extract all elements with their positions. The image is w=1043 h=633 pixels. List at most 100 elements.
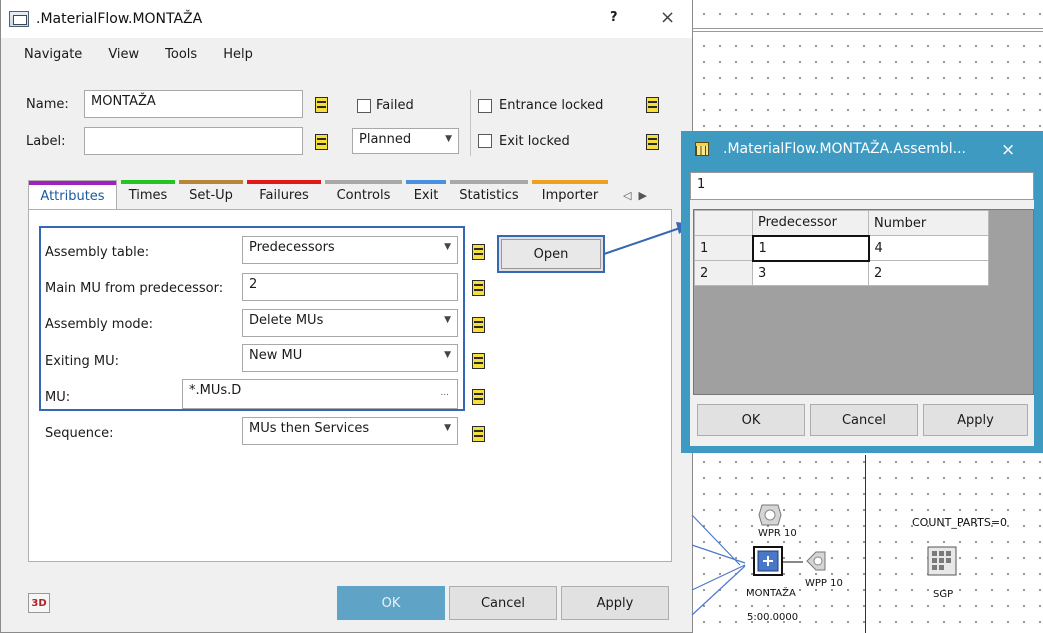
label-label: Label: [26, 134, 66, 149]
close-icon[interactable]: × [660, 7, 675, 28]
montaza-station-icon[interactable] [753, 546, 783, 576]
name-field[interactable]: MONTAŽA [84, 90, 303, 118]
exiting-mu-value: New MU [249, 348, 303, 363]
open-button[interactable]: Open [497, 235, 605, 273]
count-parts-label: COUNT_PARTS=0 [912, 516, 1008, 529]
main-mu-field[interactable]: 2 [242, 273, 458, 301]
name-label: Name: [26, 97, 69, 112]
dialog-titlebar[interactable]: .MaterialFlow.MONTAŽA ? × [1, 0, 692, 38]
mu-field[interactable]: *.MUs.D ... [182, 379, 458, 409]
sequence-value: MUs then Services [249, 421, 370, 436]
wpr-icon[interactable] [758, 503, 782, 527]
table-dialog-title: .MaterialFlow.MONTAŽA.Assembl... [723, 141, 966, 157]
window-icon [9, 11, 29, 27]
station-label: MONTAŽA [746, 588, 796, 599]
tab-importer[interactable]: Importer [532, 180, 608, 210]
label-inherit-icon[interactable] [315, 134, 328, 150]
tab-scroll-arrows[interactable]: ◁ ▶ [623, 189, 647, 202]
table-cell[interactable]: 1 [751, 234, 870, 262]
cell-edit-field[interactable]: 1 [690, 172, 1034, 200]
tab-times[interactable]: Times [121, 180, 175, 210]
label-field[interactable] [84, 127, 303, 155]
tab-label: Attributes [40, 189, 105, 204]
corner-cell [694, 210, 753, 236]
wpp-icon[interactable] [805, 551, 827, 571]
exit-locked-checkbox[interactable] [478, 134, 492, 148]
row-header[interactable]: 2 [694, 260, 753, 286]
chevron-down-icon: ▼ [444, 423, 451, 433]
3d-button[interactable]: 3D [28, 593, 50, 613]
table-cancel-button[interactable]: Cancel [810, 404, 918, 436]
menu-tools[interactable]: Tools [165, 47, 197, 62]
assembly-mode-label: Assembly mode: [45, 317, 154, 332]
table-icon [695, 142, 709, 156]
exit-inherit-icon[interactable] [646, 134, 659, 150]
assembly-mode-select[interactable]: Delete MUs ▼ [242, 309, 458, 337]
mu-browse-button[interactable]: ... [440, 388, 449, 398]
entrance-inherit-icon[interactable] [646, 97, 659, 113]
table-ok-button[interactable]: OK [697, 404, 805, 436]
help-button[interactable]: ? [610, 10, 618, 25]
open-button-label: Open [501, 239, 601, 269]
canvas-divider-line [865, 455, 866, 633]
exit-locked-label: Exit locked [499, 134, 570, 149]
tab-controls[interactable]: Controls [325, 180, 402, 210]
failed-label: Failed [376, 98, 414, 113]
tab-color-bar [325, 180, 402, 184]
chevron-down-icon: ▼ [444, 242, 451, 252]
tab-exit[interactable]: Exit [406, 180, 446, 210]
chevron-down-icon: ▼ [444, 350, 451, 360]
apply-button[interactable]: Apply [561, 586, 669, 620]
tab-label: Controls [336, 188, 391, 203]
assembly-table-inherit-icon[interactable] [472, 244, 485, 260]
assembly-grid[interactable]: Predecessor Number 1 1 4 2 3 2 [693, 209, 1034, 395]
table-cell[interactable]: 3 [752, 260, 869, 286]
main-mu-label: Main MU from predecessor: [45, 281, 224, 296]
cancel-button[interactable]: Cancel [449, 586, 557, 620]
entrance-locked-checkbox[interactable] [478, 99, 492, 113]
assembly-table-dialog: .MaterialFlow.MONTAŽA.Assembl... × 1 Pre… [681, 131, 1043, 453]
tab-setup[interactable]: Set-Up [179, 180, 243, 210]
assembly-table-select[interactable]: Predecessors ▼ [242, 236, 458, 264]
tab-failures[interactable]: Failures [247, 180, 321, 210]
table-header-row: Predecessor Number [694, 210, 989, 236]
assembly-mode-inherit-icon[interactable] [472, 317, 485, 333]
name-inherit-icon[interactable] [315, 97, 328, 113]
menu-view[interactable]: View [108, 47, 139, 62]
canvas-frame-line [692, 28, 1043, 32]
status-value: Planned [359, 132, 412, 147]
sequence-select[interactable]: MUs then Services ▼ [242, 417, 458, 445]
sgp-icon[interactable] [927, 546, 957, 576]
table-apply-button[interactable]: Apply [923, 404, 1028, 436]
exiting-mu-select[interactable]: New MU ▼ [242, 344, 458, 372]
row-header[interactable]: 1 [694, 235, 753, 261]
montaza-dialog: .MaterialFlow.MONTAŽA ? × Navigate View … [0, 0, 693, 633]
table-cell[interactable]: 4 [868, 235, 989, 261]
sequence-inherit-icon[interactable] [472, 426, 485, 442]
tab-label: Set-Up [189, 188, 233, 203]
tab-label: Failures [259, 188, 309, 203]
column-header[interactable]: Number [868, 210, 989, 236]
exiting-mu-inherit-icon[interactable] [472, 353, 485, 369]
table-cell[interactable]: 2 [868, 260, 989, 286]
menu-navigate[interactable]: Navigate [24, 47, 82, 62]
table-dialog-body: 1 Predecessor Number 1 1 4 2 3 2 OK Canc… [690, 172, 1034, 446]
table-row: 2 3 2 [694, 260, 989, 286]
table-dialog-titlebar[interactable]: .MaterialFlow.MONTAŽA.Assembl... [695, 141, 966, 157]
tab-label: Importer [541, 188, 599, 203]
tab-color-bar [29, 181, 116, 185]
tab-color-bar [406, 180, 446, 184]
sequence-label: Sequence: [45, 426, 114, 441]
status-select[interactable]: Planned ▼ [352, 128, 459, 154]
main-mu-inherit-icon[interactable] [472, 280, 485, 296]
assembly-mode-value: Delete MUs [249, 313, 324, 328]
sgp-label: SGP [933, 589, 954, 600]
mu-inherit-icon[interactable] [472, 389, 485, 405]
menu-help[interactable]: Help [223, 47, 253, 62]
ok-button[interactable]: OK [337, 586, 445, 620]
tab-attributes[interactable]: Attributes [28, 180, 117, 210]
failed-checkbox[interactable] [357, 99, 371, 113]
close-icon[interactable]: × [1001, 140, 1015, 160]
column-header[interactable]: Predecessor [752, 210, 869, 236]
tab-statistics[interactable]: Statistics [450, 180, 528, 210]
